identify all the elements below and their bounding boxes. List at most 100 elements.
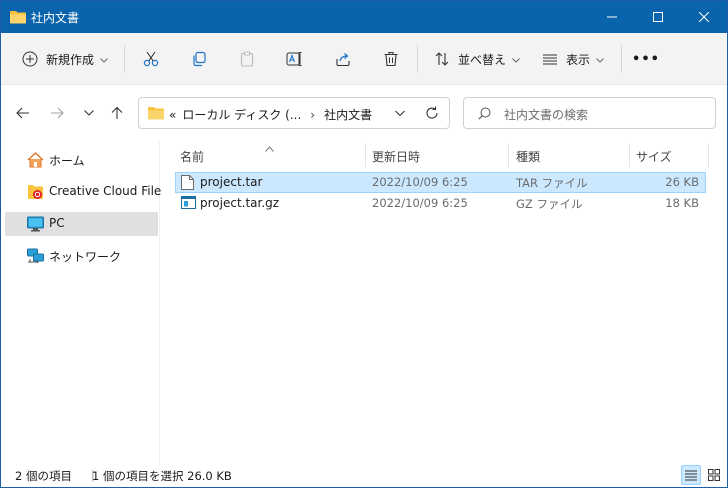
archive-file-icon bbox=[181, 196, 196, 212]
up-button[interactable] bbox=[105, 101, 129, 125]
chevron-down-icon bbox=[512, 52, 520, 66]
share-icon bbox=[336, 53, 350, 67]
copy-button[interactable] bbox=[185, 43, 213, 75]
status-bar: 2 個の項目 | 1 個の項目を選択 26.0 KB bbox=[1, 463, 727, 487]
file-row-project-tar[interactable]: project.tar 2022/10/09 6:25 TAR ファイル 26 … bbox=[175, 172, 706, 193]
delete-button[interactable] bbox=[377, 43, 405, 75]
breadcrumb-separator[interactable]: › bbox=[310, 108, 315, 122]
column-header-type[interactable]: 種類 bbox=[509, 145, 629, 167]
share-button[interactable] bbox=[329, 43, 357, 75]
selection-info: 1 個の項目を選択 26.0 KB bbox=[92, 469, 232, 483]
toolbar-divider bbox=[417, 45, 418, 73]
chevron-down-icon bbox=[84, 110, 94, 116]
minimize-icon bbox=[607, 16, 617, 18]
rename-icon bbox=[286, 52, 302, 66]
arrow-up-icon bbox=[111, 106, 123, 119]
view-button[interactable]: 表示 bbox=[537, 43, 611, 75]
file-modified: 2022/10/09 6:25 bbox=[372, 175, 468, 189]
details-view-button[interactable] bbox=[681, 465, 701, 485]
sidebar-item-label: ネットワーク bbox=[49, 250, 122, 264]
copy-icon bbox=[193, 51, 206, 67]
file-list: 名前 更新日時 種類 サイズ project.tar 2022/10/09 6:… bbox=[161, 141, 727, 463]
back-button[interactable] bbox=[11, 101, 35, 125]
sidebar-item-home[interactable]: ホーム bbox=[5, 148, 158, 172]
column-header-size[interactable]: サイズ bbox=[630, 145, 708, 167]
file-name: project.tar bbox=[200, 175, 263, 189]
chevron-down-icon bbox=[395, 110, 405, 117]
new-button[interactable]: 新規作成 bbox=[17, 43, 113, 75]
maximize-button[interactable] bbox=[635, 1, 681, 33]
toolbar-divider bbox=[124, 45, 125, 73]
breadcrumb-overflow[interactable]: « bbox=[169, 108, 176, 122]
file-row-project-tar-gz[interactable]: project.tar.gz 2022/10/09 6:25 GZ ファイル 1… bbox=[175, 193, 706, 214]
new-button-label: 新規作成 bbox=[46, 52, 95, 67]
toolbar-divider bbox=[621, 45, 622, 73]
window-title: 社内文書 bbox=[31, 11, 80, 25]
forward-button[interactable] bbox=[45, 101, 69, 125]
file-size: 26 KB bbox=[665, 175, 699, 189]
address-bar[interactable]: « ローカル ディスク (... › 社内文書 bbox=[138, 97, 450, 129]
search-icon bbox=[478, 107, 491, 123]
scissors-icon bbox=[143, 51, 159, 67]
rename-button[interactable] bbox=[281, 43, 309, 75]
tiles-view-button[interactable] bbox=[704, 465, 724, 485]
address-history-button[interactable] bbox=[395, 106, 405, 123]
close-button[interactable] bbox=[681, 1, 727, 33]
details-view-icon bbox=[685, 470, 697, 481]
search-placeholder: 社内文書の検索 bbox=[504, 108, 589, 122]
column-header-label: 種類 bbox=[516, 150, 541, 164]
home-icon bbox=[27, 152, 44, 171]
trash-icon bbox=[384, 51, 398, 67]
column-header-label: サイズ bbox=[636, 150, 672, 164]
column-header-name[interactable]: 名前 bbox=[175, 145, 365, 167]
file-type: TAR ファイル bbox=[516, 176, 588, 190]
arrow-right-icon bbox=[51, 107, 64, 119]
pc-icon bbox=[27, 216, 44, 235]
sort-button-label: 並べ替え bbox=[458, 52, 507, 67]
network-icon bbox=[27, 248, 44, 267]
chevron-down-icon bbox=[100, 52, 108, 66]
file-type: GZ ファイル bbox=[516, 197, 583, 211]
minimize-button[interactable] bbox=[589, 1, 635, 33]
column-header-label: 更新日時 bbox=[372, 150, 421, 164]
sidebar-item-label: PC bbox=[49, 216, 65, 230]
sidebar-item-creative-cloud[interactable]: Creative Cloud Files bbox=[5, 180, 168, 204]
refresh-button[interactable] bbox=[425, 106, 439, 123]
cut-button[interactable] bbox=[137, 43, 165, 75]
sidebar-item-pc[interactable]: PC bbox=[5, 212, 158, 236]
column-header-label: 名前 bbox=[180, 150, 205, 164]
refresh-icon bbox=[426, 106, 438, 119]
sidebar-item-network[interactable]: ネットワーク bbox=[5, 244, 158, 268]
sort-button[interactable]: 並べ替え bbox=[429, 43, 520, 75]
arrow-left-icon bbox=[16, 107, 29, 119]
paste-button[interactable] bbox=[233, 43, 261, 75]
plus-circle-icon bbox=[22, 51, 38, 67]
more-icon: ••• bbox=[632, 51, 660, 67]
breadcrumb-local-disk[interactable]: ローカル ディスク (... bbox=[182, 106, 301, 123]
file-modified: 2022/10/09 6:25 bbox=[372, 196, 468, 210]
clipboard-icon bbox=[240, 51, 254, 67]
file-name: project.tar.gz bbox=[200, 196, 280, 210]
document-icon bbox=[181, 175, 194, 193]
title-bar[interactable]: 社内文書 bbox=[1, 1, 727, 33]
search-box[interactable]: 社内文書の検索 bbox=[463, 97, 716, 129]
creative-cloud-icon bbox=[27, 184, 44, 203]
breadcrumb-current-folder[interactable]: 社内文書 bbox=[324, 106, 372, 123]
folder-icon bbox=[148, 106, 164, 123]
command-bar: 新規作成 並べ替え 表示 ••• bbox=[1, 33, 727, 85]
sidebar-item-label: Creative Cloud Files bbox=[49, 184, 168, 198]
view-button-label: 表示 bbox=[566, 52, 591, 67]
sort-arrows-icon bbox=[434, 51, 450, 67]
sidebar-item-label: ホーム bbox=[49, 154, 85, 168]
column-divider[interactable] bbox=[708, 143, 709, 167]
recent-locations-button[interactable] bbox=[77, 101, 101, 125]
folder-icon bbox=[10, 10, 26, 27]
close-icon bbox=[699, 12, 709, 22]
column-header-modified[interactable]: 更新日時 bbox=[366, 145, 508, 167]
more-options-button[interactable]: ••• bbox=[631, 43, 661, 75]
breadcrumb: « ローカル ディスク (... › 社内文書 bbox=[169, 106, 372, 123]
navigation-pane: ホーム Creative Cloud Files PC ネットワーク bbox=[1, 141, 168, 463]
tiles-view-icon bbox=[708, 469, 720, 481]
explorer-window: 社内文書 新規作成 並べ替え 表示 ••• « ローカル ディスク (... ›… bbox=[0, 0, 728, 488]
maximize-icon bbox=[653, 12, 663, 22]
